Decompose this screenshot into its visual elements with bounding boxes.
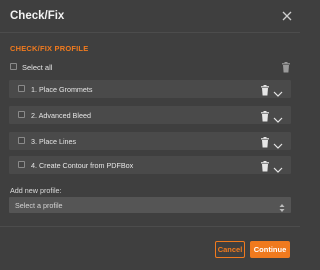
profile-checkbox[interactable] <box>18 111 25 118</box>
profile-row-place-grommets[interactable]: 1. Place Grommets <box>9 80 291 98</box>
chevron-down-icon <box>273 117 283 123</box>
continue-button[interactable]: Continue <box>250 241 290 258</box>
profile-row-create-contour[interactable]: 4. Create Contour from PDFBox <box>9 156 291 174</box>
trash-icon <box>261 161 269 172</box>
expand-profile-button[interactable] <box>273 111 283 123</box>
dialog-title: Check/Fix <box>10 10 65 22</box>
profile-checkbox[interactable] <box>18 137 25 144</box>
profile-checkbox[interactable] <box>18 161 25 168</box>
select-arrows-wrapper <box>279 200 285 212</box>
profile-label: 2. Advanced Bleed <box>31 111 91 120</box>
trash-icon <box>282 62 290 73</box>
check-fix-dialog: Check/Fix CHECK/FIX PROFILE Select all 1… <box>0 0 300 270</box>
title-bar: Check/Fix <box>0 0 300 33</box>
profile-select[interactable]: Select a profile <box>9 197 291 213</box>
cancel-button[interactable]: Cancel <box>215 241 245 258</box>
trash-icon <box>261 111 269 122</box>
trash-icon <box>261 137 269 148</box>
close-icon <box>282 11 292 21</box>
delete-all-button[interactable] <box>281 60 291 73</box>
footer-divider <box>0 226 300 227</box>
profile-select-value: Select a profile <box>15 201 63 210</box>
add-profile-label: Add new profile: <box>10 186 62 195</box>
delete-profile-button[interactable] <box>260 83 270 96</box>
sort-arrows-icon <box>279 204 285 212</box>
profile-label: 1. Place Grommets <box>31 85 93 94</box>
profile-label: 3. Place Lines <box>31 137 77 146</box>
delete-profile-button[interactable] <box>260 109 270 122</box>
trash-icon <box>261 85 269 96</box>
select-all-checkbox[interactable] <box>10 63 17 70</box>
profile-row-place-lines[interactable]: 3. Place Lines <box>9 132 291 150</box>
delete-profile-button[interactable] <box>260 159 270 172</box>
chevron-down-icon <box>273 143 283 149</box>
section-heading: CHECK/FIX PROFILE <box>10 44 89 53</box>
expand-profile-button[interactable] <box>273 161 283 173</box>
expand-profile-button[interactable] <box>273 85 283 97</box>
profile-label: 4. Create Contour from PDFBox <box>31 161 134 170</box>
delete-profile-button[interactable] <box>260 135 270 148</box>
profile-row-advanced-bleed[interactable]: 2. Advanced Bleed <box>9 106 291 124</box>
expand-profile-button[interactable] <box>273 137 283 149</box>
chevron-down-icon <box>273 91 283 97</box>
chevron-down-icon <box>273 167 283 173</box>
profile-checkbox[interactable] <box>18 85 25 92</box>
select-all-label: Select all <box>22 63 53 72</box>
close-button[interactable] <box>280 9 294 23</box>
